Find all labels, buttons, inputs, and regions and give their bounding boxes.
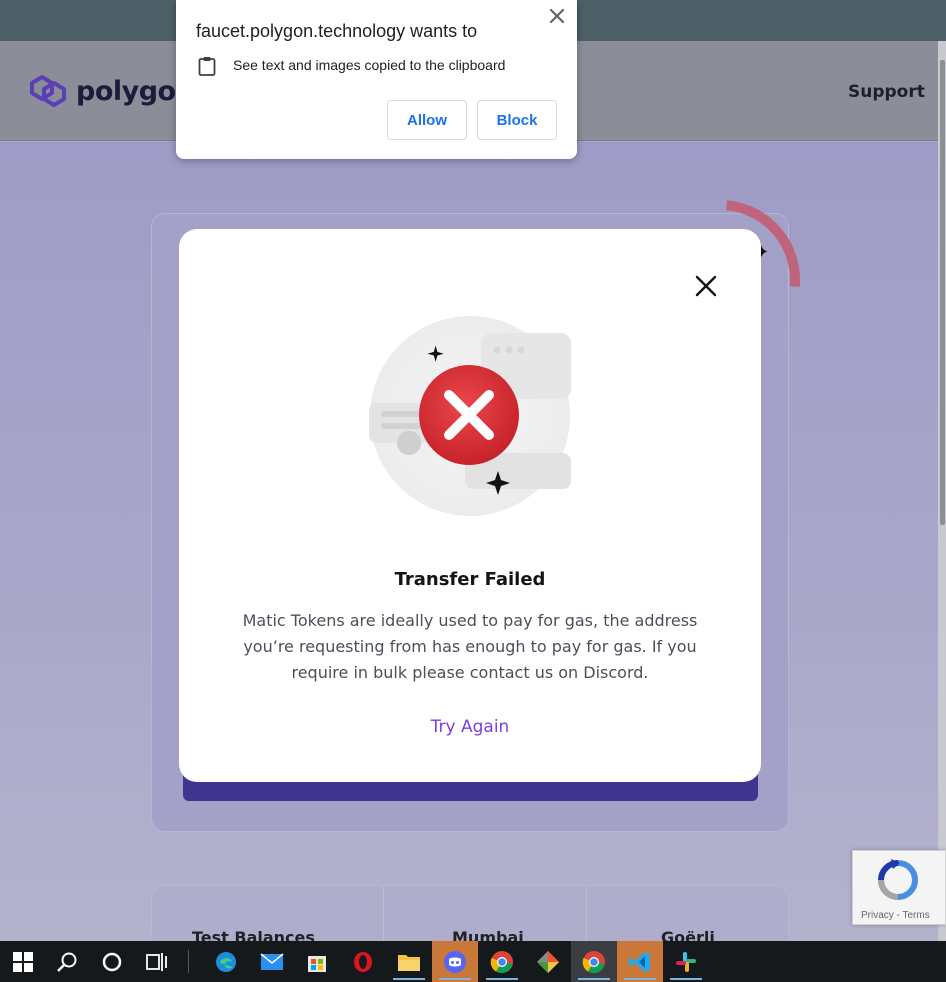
balances-card: Test Balances Mumbai Goërli bbox=[151, 885, 789, 947]
taskbar-edge[interactable] bbox=[203, 941, 249, 982]
taskbar-store[interactable] bbox=[294, 941, 340, 982]
windows-start-button[interactable] bbox=[0, 941, 46, 982]
vscode-icon bbox=[629, 951, 650, 972]
taskbar-chrome[interactable] bbox=[571, 941, 617, 982]
file-explorer-icon bbox=[398, 954, 420, 971]
mail-icon bbox=[260, 952, 284, 970]
taskbar-git[interactable] bbox=[525, 941, 571, 982]
polygon-logo-icon bbox=[30, 75, 66, 107]
cortana-icon bbox=[102, 952, 122, 971]
chrome-icon bbox=[582, 950, 605, 973]
balances-column: Mumbai bbox=[384, 886, 587, 947]
taskbar-chrome[interactable] bbox=[479, 941, 525, 982]
taskbar-cortana[interactable] bbox=[89, 941, 135, 982]
close-icon[interactable] bbox=[693, 273, 719, 299]
block-button[interactable]: Block bbox=[477, 100, 557, 140]
windows-taskbar bbox=[0, 941, 946, 982]
scrollbar-thumb[interactable] bbox=[940, 60, 945, 525]
recaptcha-links[interactable]: Privacy - Terms bbox=[861, 910, 930, 921]
polygon-logo[interactable]: polygon bbox=[28, 73, 195, 109]
git-icon bbox=[537, 950, 559, 973]
balances-column: Goërli bbox=[587, 886, 788, 947]
close-icon[interactable] bbox=[548, 7, 566, 25]
slack-icon bbox=[676, 951, 696, 972]
taskbar-file-explorer[interactable] bbox=[386, 941, 432, 982]
running-indicator bbox=[486, 978, 518, 980]
recaptcha-icon bbox=[878, 859, 918, 900]
clipboard-permission-popup: faucet.polygon.technology wants to See t… bbox=[176, 0, 577, 159]
discord-icon bbox=[444, 950, 466, 973]
taskbar-slack[interactable] bbox=[663, 941, 709, 982]
error-illustration bbox=[369, 316, 571, 516]
store-icon bbox=[308, 955, 326, 972]
edge-icon bbox=[216, 951, 236, 972]
modal-message: Matic Tokens are ideally used to pay for… bbox=[242, 611, 698, 682]
chrome-icon bbox=[490, 950, 513, 973]
opera-icon bbox=[354, 951, 372, 972]
task-view-icon bbox=[146, 952, 167, 971]
running-indicator bbox=[624, 978, 656, 980]
running-indicator bbox=[393, 978, 425, 980]
taskbar-divider bbox=[188, 950, 189, 973]
taskbar-search[interactable] bbox=[44, 941, 90, 982]
permission-title: faucet.polygon.technology wants to bbox=[196, 21, 478, 41]
allow-button[interactable]: Allow bbox=[387, 100, 467, 140]
taskbar-task-view[interactable] bbox=[134, 941, 180, 982]
permission-description: See text and images copied to the clipbo… bbox=[233, 57, 506, 73]
taskbar-discord[interactable] bbox=[432, 941, 478, 982]
clipboard-icon bbox=[198, 57, 216, 76]
support-link[interactable]: Support bbox=[848, 82, 925, 102]
running-indicator bbox=[578, 978, 610, 980]
search-icon bbox=[57, 952, 77, 972]
running-indicator bbox=[670, 978, 702, 980]
taskbar-mail[interactable] bbox=[249, 941, 295, 982]
running-indicator bbox=[439, 978, 471, 980]
transfer-failed-modal: Transfer Failed Matic Tokens are ideally… bbox=[179, 229, 761, 782]
taskbar-vscode[interactable] bbox=[617, 941, 663, 982]
windows-start-icon bbox=[13, 951, 33, 972]
balances-column: Test Balances bbox=[152, 886, 384, 947]
try-again-link[interactable]: Try Again bbox=[179, 717, 761, 737]
taskbar-opera[interactable] bbox=[340, 941, 386, 982]
recaptcha-badge[interactable]: Privacy - Terms bbox=[852, 850, 946, 925]
modal-title: Transfer Failed bbox=[394, 569, 546, 590]
